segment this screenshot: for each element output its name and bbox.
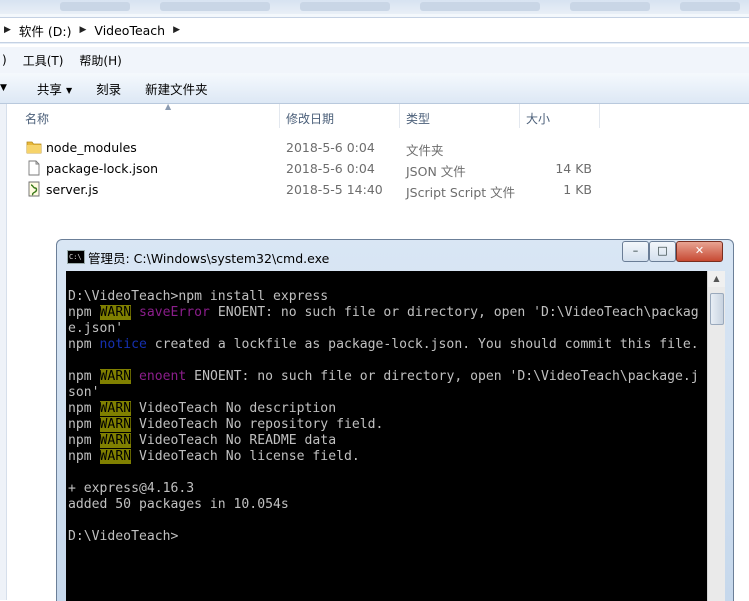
menu-help[interactable]: 帮助(H): [71, 52, 129, 69]
breadcrumb-folder[interactable]: VideoTeach: [90, 23, 169, 38]
console-line: npm notice created a lockfile as package…: [68, 337, 699, 352]
warn-tag: WARN: [99, 433, 132, 448]
console-line: son': [68, 385, 100, 400]
console-lines: D:\VideoTeach>npm install express npm WAR…: [68, 289, 699, 545]
file-name: package-lock.json: [46, 161, 159, 176]
folder-icon: [26, 141, 42, 154]
console-output[interactable]: D:\VideoTeach>npm install express npm WAR…: [66, 271, 707, 601]
console-keyword: enoent: [138, 369, 187, 384]
column-type[interactable]: 类型: [406, 110, 430, 127]
explorer-background: [733, 239, 749, 600]
menu-tools[interactable]: 工具(T): [15, 52, 72, 69]
scroll-thumb[interactable]: [710, 293, 724, 325]
column-divider[interactable]: [519, 104, 520, 128]
console-keyword: created: [154, 337, 210, 352]
file-size: 1 KB: [563, 182, 592, 197]
warn-tag: WARN: [99, 449, 132, 464]
console-line: npm WARN saveError ENOENT: no such file …: [68, 305, 699, 320]
file-date: 2018-5-6 0:04: [286, 161, 375, 176]
column-headers: ▲ 名称 修改日期 类型 大小: [20, 102, 600, 128]
file-type: JSON 文件: [406, 164, 466, 179]
breadcrumb-drive[interactable]: 软件 (D:): [15, 21, 76, 40]
command-bar: ▼ 共享 ▼ 刻录 新建文件夹: [0, 73, 749, 104]
console-line: added 50 packages in 10.054s: [68, 497, 289, 512]
vertical-scrollbar[interactable]: ▲: [707, 271, 725, 601]
console-line: npm WARN VideoTeach No description: [68, 401, 337, 416]
file-name: node_modules: [46, 140, 137, 155]
blurred-tab[interactable]: [570, 2, 650, 11]
warn-tag: WARN: [99, 417, 132, 432]
cmd-window[interactable]: C:\ 管理员: C:\Windows\system32\cmd.exe – □…: [56, 239, 734, 601]
notice-tag: notice: [99, 337, 147, 352]
file-date: 2018-5-6 0:04: [286, 140, 375, 155]
console-line: + express@4.16.3: [68, 481, 195, 496]
chevron-right-icon[interactable]: ▶: [0, 25, 15, 35]
console-keyword: VideoTeach: [138, 433, 218, 448]
console-line: npm WARN VideoTeach No license field.: [68, 449, 360, 464]
file-row[interactable]: node_modules 2018-5-6 0:04 文件夹: [20, 137, 620, 158]
menu-fragment[interactable]: ): [0, 53, 15, 67]
cmd-title-bar[interactable]: C:\ 管理员: C:\Windows\system32\cmd.exe – □…: [57, 240, 733, 270]
blurred-tab[interactable]: [300, 2, 390, 11]
share-label: 共享: [36, 81, 62, 97]
menu-bar: ) 工具(T) 帮助(H): [0, 47, 749, 73]
console-line: e.json': [68, 321, 124, 336]
scroll-up-icon[interactable]: ▲: [708, 271, 725, 287]
column-name[interactable]: 名称: [25, 110, 49, 127]
chevron-right-icon[interactable]: ▶: [76, 25, 91, 35]
file-row[interactable]: server.js 2018-5-5 14:40 JScript Script …: [20, 179, 620, 200]
console-line: npm WARN VideoTeach No README data: [68, 433, 337, 448]
warn-tag: WARN: [99, 401, 132, 416]
console-line: D:\VideoTeach>: [68, 529, 179, 544]
column-divider[interactable]: [599, 104, 600, 128]
breadcrumb[interactable]: ▶ 软件 (D:) ▶ VideoTeach ▶: [0, 17, 749, 43]
sort-ascending-icon: ▲: [165, 102, 172, 111]
column-size[interactable]: 大小: [526, 110, 550, 127]
chevron-down-icon[interactable]: ▼: [0, 83, 7, 93]
navigation-pane-edge[interactable]: [0, 104, 7, 600]
file-date: 2018-5-5 14:40: [286, 182, 383, 197]
script-icon: [28, 181, 40, 197]
file-name: server.js: [46, 182, 99, 197]
blurred-tab[interactable]: [160, 2, 270, 11]
file-icon: [28, 160, 40, 176]
console-line: npm WARN enoent ENOENT: no such file or …: [68, 369, 699, 384]
console-line: D:\VideoTeach>npm install express: [68, 289, 329, 304]
console-keyword: VideoTeach: [138, 401, 218, 416]
chevron-down-icon: ▼: [65, 85, 73, 95]
close-button[interactable]: ✕: [676, 241, 723, 262]
maximize-button[interactable]: □: [649, 241, 676, 262]
column-date[interactable]: 修改日期: [286, 110, 334, 127]
warn-tag: WARN: [99, 369, 132, 384]
blurred-tab[interactable]: [680, 2, 740, 11]
blurred-tab[interactable]: [60, 2, 130, 11]
cmd-window-title: 管理员: C:\Windows\system32\cmd.exe: [88, 251, 330, 266]
file-size: 14 KB: [555, 161, 592, 176]
share-button[interactable]: 共享 ▼: [7, 79, 84, 98]
address-bar: ▶ 软件 (D:) ▶ VideoTeach ▶: [0, 14, 749, 44]
file-type: 文件夹: [406, 143, 444, 158]
burn-button[interactable]: 刻录: [84, 79, 133, 98]
file-row[interactable]: package-lock.json 2018-5-6 0:04 JSON 文件 …: [20, 158, 620, 179]
console-line: npm WARN VideoTeach No repository field.: [68, 417, 384, 432]
file-type: JScript Script 文件: [406, 185, 516, 200]
new-folder-button[interactable]: 新建文件夹: [133, 79, 220, 98]
column-divider[interactable]: [399, 104, 400, 128]
console-keyword: saveError: [138, 305, 210, 320]
minimize-button[interactable]: –: [622, 241, 649, 262]
console-keyword: VideoTeach: [138, 449, 218, 464]
console-keyword: VideoTeach: [138, 417, 218, 432]
browser-tab-strip: [0, 0, 749, 14]
blurred-tab[interactable]: [420, 2, 540, 11]
column-divider[interactable]: [279, 104, 280, 128]
warn-tag: WARN: [99, 305, 132, 320]
chevron-right-icon[interactable]: ▶: [169, 25, 184, 35]
terminal-icon: C:\: [67, 250, 85, 264]
